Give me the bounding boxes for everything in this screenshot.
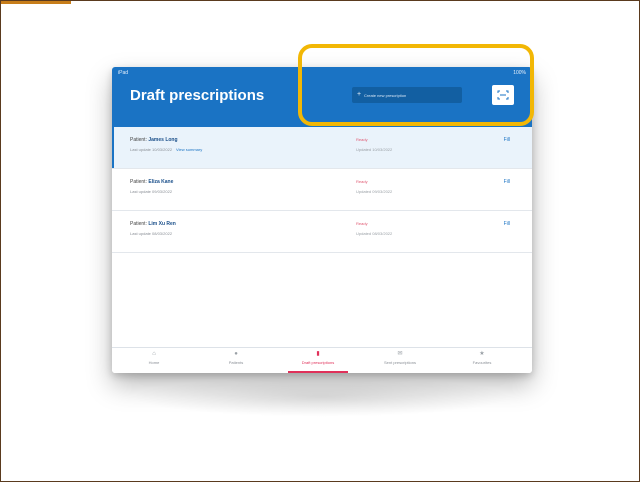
list-item[interactable]: Patient: Eliza Kane Last update 09/03/20…: [112, 169, 532, 211]
row-status-detail: Updated 10/03/2022: [356, 147, 393, 152]
draft-list: Patient: James Long Last update 10/03/20…: [112, 127, 532, 253]
row-action[interactable]: Fill: [504, 179, 510, 185]
list-item[interactable]: Patient: Lim Xu Ren Last update 08/03/20…: [112, 211, 532, 253]
patient-line: Patient: James Long: [130, 137, 178, 143]
device-shadow: [131, 377, 511, 417]
tab-sent-prescriptions[interactable]: ✉ Sent prescriptions: [370, 351, 430, 365]
active-tab-indicator: [288, 371, 348, 373]
row-meta: Last update 08/03/2022: [130, 231, 173, 236]
row-meta: Last update 10/03/2022 View summary: [130, 147, 203, 152]
highlight-callout: [298, 44, 534, 126]
draft-icon: ▮: [316, 351, 320, 357]
frame-accent: [1, 1, 71, 4]
tab-favourites[interactable]: ★ Favourites: [452, 351, 512, 365]
status-bar-left: iPad: [118, 70, 129, 76]
sent-icon: ✉: [397, 351, 403, 357]
row-status: Ready: [356, 221, 368, 226]
row-action[interactable]: Fill: [504, 137, 510, 143]
outer-frame: iPad 100% Draft prescriptions + Create n…: [0, 0, 640, 482]
star-icon: ★: [479, 351, 485, 357]
list-item[interactable]: Patient: James Long Last update 10/03/20…: [112, 127, 532, 169]
row-status-detail: Updated 09/03/2022: [356, 189, 393, 194]
row-status: Ready: [356, 179, 368, 184]
row-status-detail: Updated 08/03/2022: [356, 231, 393, 236]
tab-home[interactable]: ⌂ Home: [124, 351, 184, 365]
row-status: Ready: [356, 137, 368, 142]
tab-draft-prescriptions[interactable]: ▮ Draft prescriptions: [288, 351, 348, 365]
patient-line: Patient: Lim Xu Ren: [130, 221, 176, 227]
row-meta: Last update 09/03/2022: [130, 189, 173, 194]
tab-patients[interactable]: ● Patients: [206, 351, 266, 365]
patient-line: Patient: Eliza Kane: [130, 179, 174, 185]
home-icon: ⌂: [152, 351, 156, 357]
person-icon: ●: [234, 351, 238, 357]
row-action[interactable]: Fill: [504, 221, 510, 227]
view-summary-link[interactable]: View summary: [176, 147, 202, 152]
bottom-tab-bar: ⌂ Home ● Patients ▮ Draft prescriptions …: [112, 347, 532, 373]
page-title: Draft prescriptions: [130, 87, 265, 104]
